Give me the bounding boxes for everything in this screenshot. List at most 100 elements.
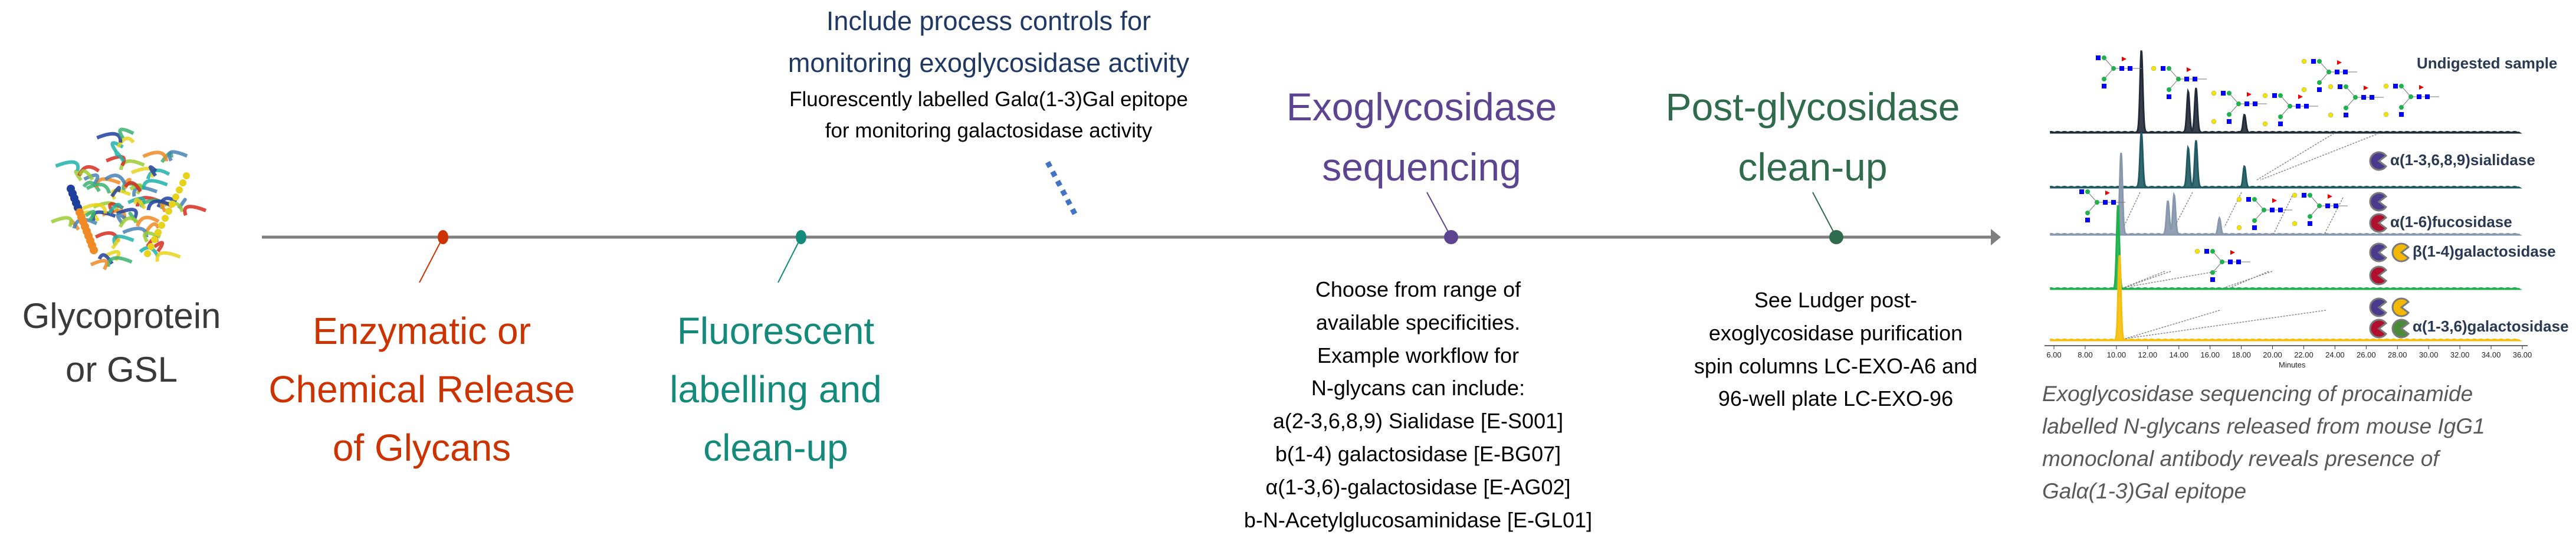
glcnac-icon: [2085, 218, 2090, 222]
peak-guide-arrow: [2125, 310, 2326, 339]
step-title-line: Post-glycosidase: [1665, 85, 1960, 129]
mannose-icon: [2399, 105, 2404, 110]
protein-ribbon: [96, 132, 123, 143]
note-line: b-N-Acetylglucosaminidase [E-GL01]: [1243, 507, 1593, 532]
process-controls-detail: for monitoring galactosidase activity: [825, 119, 1153, 142]
galactose-icon: [2262, 121, 2268, 127]
glcnac-icon: [2079, 189, 2084, 194]
protein-atom: [158, 222, 165, 229]
glcnac-icon: [2417, 94, 2421, 99]
mannose-icon: [2317, 59, 2322, 64]
x-tick-label: 22.00: [2294, 350, 2314, 359]
galactose-icon: [2262, 93, 2268, 99]
mannose-icon: [2308, 214, 2312, 219]
glcnac-icon: [2244, 101, 2249, 106]
step-title-line: labelling and: [670, 368, 882, 411]
glcnac-icon: [2335, 70, 2339, 74]
galactose-icon: [2292, 221, 2298, 227]
glcnac-icon: [2338, 84, 2342, 89]
enzyme-icon: [2369, 242, 2388, 262]
protein-atom: [147, 243, 155, 250]
fucose-icon: [2419, 85, 2424, 90]
x-tick-label: 20.00: [2263, 350, 2282, 359]
glycan-structure-icon: [2262, 93, 2318, 127]
fucose-icon: [2272, 198, 2277, 203]
glycan-structure-icon: [2194, 248, 2250, 282]
peak-guide-arrow: [2324, 197, 2344, 235]
process-controls-detail: Fluorescently labelled Galα(1-3)Gal epit…: [789, 88, 1188, 111]
mannose-icon: [2085, 211, 2090, 215]
protein-ribbon: [51, 216, 73, 228]
glcnac-icon: [2227, 119, 2232, 124]
glcnac-icon: [2393, 84, 2398, 88]
glycan-structure-icon: [2236, 196, 2292, 231]
glycan-structure-icon: [2211, 90, 2267, 124]
step-title-line: Enzymatic or: [313, 310, 531, 352]
step1-marker: [438, 230, 448, 244]
step-title-line: sequencing: [1322, 145, 1521, 189]
exoglycosidase-notes: Choose from range of available specifici…: [1244, 273, 1592, 536]
mannose-icon: [2236, 101, 2241, 106]
galactose-icon: [2211, 90, 2217, 96]
peak-guide-arrow: [2124, 271, 2217, 288]
fucose-icon: [2230, 250, 2235, 255]
mannose-icon: [2317, 204, 2322, 208]
timeline-arrowhead: [1991, 229, 2001, 245]
mannose-icon: [2278, 93, 2283, 98]
mannose-icon: [2210, 270, 2215, 275]
x-axis: 6.00 8.00 10.00 12.00 14.00 16.00 18.00 20.00 22…: [2045, 345, 2532, 359]
mannose-icon: [2353, 95, 2358, 100]
glcnac-icon: [2111, 200, 2116, 205]
glcnac-icon: [2278, 208, 2283, 212]
protein-ribbon: [155, 251, 181, 262]
glcnac-icon: [2210, 277, 2215, 282]
glcnac-icon: [2399, 112, 2404, 117]
enzyme-icon: [2391, 242, 2410, 262]
galactose-icon: [2211, 119, 2217, 124]
step3-marker: [1444, 230, 1458, 244]
mannose-icon: [2344, 106, 2348, 110]
x-tick-label: 36.00: [2513, 350, 2532, 359]
x-tick-label: 28.00: [2388, 350, 2407, 359]
glcnac-icon: [2308, 221, 2312, 226]
glycan-structure-icon: [2383, 83, 2439, 117]
fucose-icon: [2105, 191, 2110, 195]
glcnac-icon: [2311, 59, 2316, 64]
mannose-icon: [2227, 112, 2232, 117]
galactose-icon: [2383, 83, 2389, 89]
galactose-icon: [2236, 196, 2242, 202]
step-title-line: Chemical Release: [268, 368, 575, 411]
process-controls-note: Include process controls for monitoring …: [788, 0, 1189, 146]
peak-guide-arrow: [2123, 192, 2141, 228]
glcnac-icon: [2184, 77, 2189, 81]
note-line: available specificities.: [1315, 310, 1521, 334]
note-line: Choose from range of: [1315, 277, 1521, 301]
galactose-icon: [2236, 225, 2242, 231]
glcnac-icon: [2344, 113, 2348, 117]
mannose-icon: [2344, 84, 2348, 89]
mannose-icon: [2085, 189, 2090, 194]
enzyme-icon: [2369, 265, 2388, 286]
glcnac-icon: [2343, 70, 2348, 74]
glcnac-icon: [2425, 94, 2430, 99]
note-line: spin columns LC-EXO-A6 and: [1694, 353, 1978, 378]
caption-line: labelled N-glycans released from mouse I…: [2042, 414, 2485, 438]
x-tick-label: 30.00: [2419, 350, 2439, 359]
glcnac-icon: [2253, 101, 2257, 106]
glcnac-icon: [2128, 66, 2132, 71]
step-enzymatic-release: Enzymatic or Chemical Release of Glycans: [268, 302, 575, 477]
protein-atom: [176, 186, 183, 193]
x-tick-label: 8.00: [2078, 350, 2092, 359]
fucose-icon: [2328, 194, 2332, 199]
glcnac-icon: [2246, 197, 2251, 202]
glcnac-icon: [2370, 95, 2374, 100]
fucose-icon: [2337, 60, 2342, 65]
enzyme-icon: [2369, 151, 2388, 171]
protein-ribbon: [90, 258, 109, 271]
x-tick-label: 32.00: [2450, 350, 2470, 359]
process-controls-title: monitoring exoglycosidase activity: [787, 48, 1190, 78]
peak-guide-arrow: [2125, 310, 2220, 339]
start-label: Glycoprotein or GSL: [22, 289, 221, 396]
x-tick-label: 24.00: [2325, 350, 2345, 359]
trace-label-galactosidase-a136: α(1-3,6)galactosidase: [2413, 317, 2569, 335]
